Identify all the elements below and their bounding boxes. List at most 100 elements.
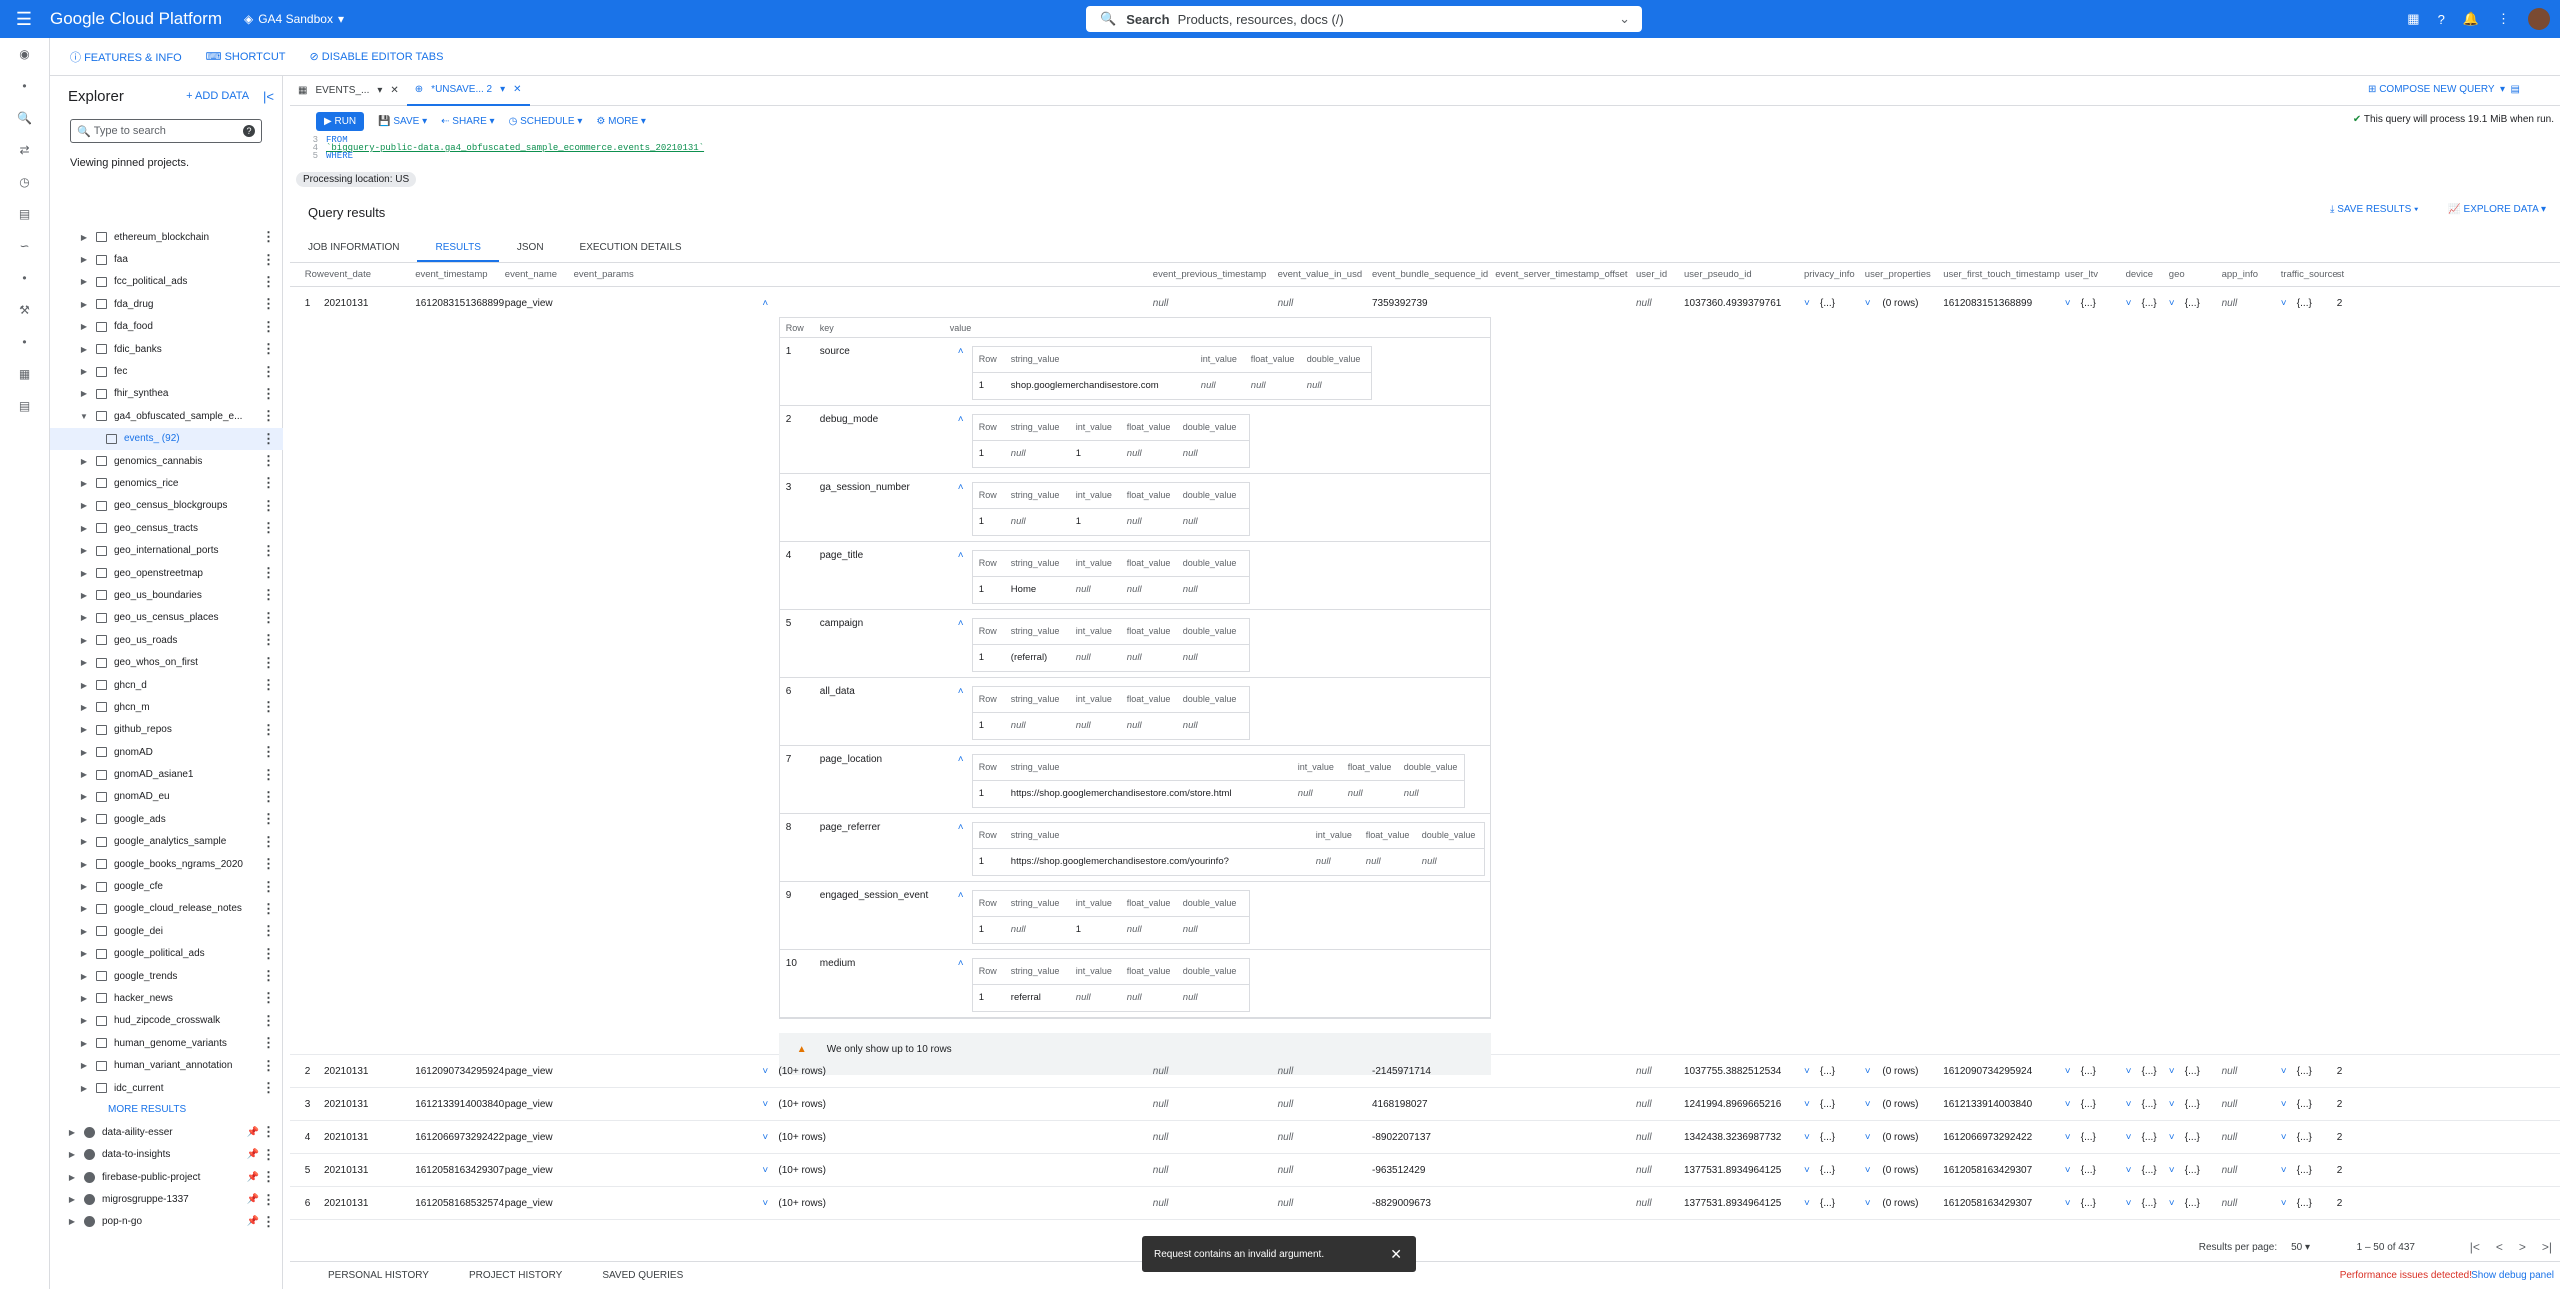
caret-right-icon[interactable]: ▶ xyxy=(78,658,90,667)
caret-right-icon[interactable]: ▶ xyxy=(78,300,90,309)
chevron-down-icon[interactable]: ▾ xyxy=(500,84,505,95)
expand-icon[interactable]: ˅ xyxy=(2065,1132,2071,1143)
tab-job-information[interactable]: JOB INFORMATION xyxy=(290,235,417,262)
more-vert-icon[interactable]: ⋮ xyxy=(262,811,275,827)
more-vert-icon[interactable]: ⋮ xyxy=(262,856,275,872)
collapse-icon[interactable]: ˄ xyxy=(958,958,964,969)
sql-editor[interactable]: 3 FROM 4 `bigquery-public-data.ga4_obfuscat… xyxy=(290,136,2560,172)
expand-icon[interactable]: ˅ xyxy=(2169,1198,2175,1209)
more-vert-icon[interactable]: ⋮ xyxy=(262,1013,275,1029)
tree-item[interactable]: ▶ geo_international_ports ⋮ xyxy=(50,539,283,561)
more-results-link[interactable]: MORE RESULTS xyxy=(50,1099,283,1121)
first-page-icon[interactable]: |< xyxy=(2470,1240,2480,1254)
nav-dot-icon[interactable]: • xyxy=(0,262,49,294)
collapse-icon[interactable]: ˄ xyxy=(958,550,964,561)
column-header[interactable]: geo xyxy=(2169,269,2185,280)
transfers-icon[interactable]: ⇄ xyxy=(0,134,49,166)
tree-item[interactable]: ▶ github_repos ⋮ xyxy=(50,719,283,741)
add-data-button[interactable]: + ADD DATA xyxy=(186,90,249,102)
caret-right-icon[interactable]: ▶ xyxy=(78,882,90,891)
expand-icon[interactable]: ˅ xyxy=(1865,298,1871,309)
tree-item[interactable]: ▶ geo_us_census_places ⋮ xyxy=(50,607,283,629)
disable-editor-tabs-button[interactable]: ⊘ DISABLE EDITOR TABS xyxy=(310,50,444,63)
scheduled-icon[interactable]: ▤ xyxy=(0,198,49,230)
menu-icon[interactable]: ☰ xyxy=(0,9,48,30)
expand-icon[interactable]: ˅ xyxy=(2065,1066,2071,1077)
schedule-button[interactable]: ◷ SCHEDULE ▾ xyxy=(509,116,583,127)
caret-right-icon[interactable]: ▶ xyxy=(78,927,90,936)
more-vert-icon[interactable]: ⋮ xyxy=(262,632,275,648)
cloud-shell-icon[interactable]: ▦ xyxy=(2407,11,2419,27)
more-vert-icon[interactable]: ⋮ xyxy=(262,946,275,962)
column-header[interactable]: event_date xyxy=(324,269,371,280)
collapse-icon[interactable]: ˄ xyxy=(762,298,768,309)
bigquery-logo-icon[interactable]: ◉ xyxy=(0,38,49,70)
more-vert-icon[interactable]: ⋮ xyxy=(262,341,275,357)
column-header[interactable]: app_info xyxy=(2222,269,2258,280)
more-vert-icon[interactable]: ⋮ xyxy=(262,722,275,738)
help-icon[interactable]: ? xyxy=(243,125,255,137)
expand-icon[interactable]: ˅ xyxy=(1865,1132,1871,1143)
tree-item[interactable]: ▶ human_genome_variants ⋮ xyxy=(50,1032,283,1054)
caret-right-icon[interactable]: ▶ xyxy=(78,524,90,533)
expand-icon[interactable]: ˅ xyxy=(2126,1198,2132,1209)
expand-icon[interactable]: ˅ xyxy=(1804,1099,1810,1110)
close-icon[interactable]: ✕ xyxy=(1390,1246,1402,1263)
project-item[interactable]: ▶ migrosgruppe-1337 📌 ⋮ xyxy=(50,1188,283,1210)
analytics-hub-icon[interactable]: ∽ xyxy=(0,230,49,262)
column-header[interactable]: user_first_touch_timestamp xyxy=(1943,269,2060,280)
more-vert-icon[interactable]: ⋮ xyxy=(262,767,275,783)
caret-right-icon[interactable]: ▶ xyxy=(78,725,90,734)
more-vert-icon[interactable]: ⋮ xyxy=(262,319,275,335)
expand-icon[interactable]: ˅ xyxy=(1804,1198,1810,1209)
tree-item[interactable]: ▶ gnomAD_eu ⋮ xyxy=(50,786,283,808)
collapse-icon[interactable]: |< xyxy=(263,89,274,104)
caret-right-icon[interactable]: ▶ xyxy=(78,1039,90,1048)
expand-icon[interactable]: ˅ xyxy=(2126,1165,2132,1176)
expand-icon[interactable]: ˅ xyxy=(1804,298,1810,309)
expand-icon[interactable]: ˅ xyxy=(2126,1132,2132,1143)
results-per-page[interactable]: Results per page: 50 ▾ xyxy=(2199,1242,2310,1253)
caret-right-icon[interactable]: ▶ xyxy=(78,837,90,846)
tree-item[interactable]: ▶ fda_drug ⋮ xyxy=(50,293,283,315)
caret-right-icon[interactable]: ▶ xyxy=(66,1150,78,1159)
caret-right-icon[interactable]: ▶ xyxy=(78,904,90,913)
pin-icon[interactable]: 📌 xyxy=(247,1194,259,1205)
more-vert-icon[interactable]: ⋮ xyxy=(262,1058,275,1074)
column-header[interactable]: device xyxy=(2126,269,2153,280)
tree-item[interactable]: ▶ fdic_banks ⋮ xyxy=(50,338,283,360)
caret-right-icon[interactable]: ▶ xyxy=(78,345,90,354)
project-item[interactable]: ▶ data-to-insights 📌 ⋮ xyxy=(50,1144,283,1166)
tree-item[interactable]: ▶ ethereum_blockchain ⋮ xyxy=(50,226,283,248)
chevron-down-icon[interactable]: ⌄ xyxy=(1619,11,1630,27)
tree-item[interactable]: ▶ ghcn_d ⋮ xyxy=(50,674,283,696)
caret-down-icon[interactable]: ▼ xyxy=(78,412,90,421)
save-button[interactable]: 💾 SAVE ▾ xyxy=(378,116,427,127)
more-vert-icon[interactable]: ⋮ xyxy=(262,923,275,939)
caret-right-icon[interactable]: ▶ xyxy=(78,1061,90,1070)
project-history-tab[interactable]: PROJECT HISTORY xyxy=(469,1270,562,1281)
expand-icon[interactable]: ˅ xyxy=(2065,1099,2071,1110)
more-vert-icon[interactable]: ⋮ xyxy=(262,498,275,514)
brand-title[interactable]: Google Cloud Platform xyxy=(50,9,222,29)
expand-icon[interactable]: ˅ xyxy=(2281,1165,2287,1176)
tree-item[interactable]: ▼ ga4_obfuscated_sample_e... ⋮ xyxy=(50,405,283,427)
column-header[interactable]: st xyxy=(2337,269,2344,280)
storage-icon[interactable]: ▤ xyxy=(0,390,49,422)
tab-execution-details[interactable]: EXECUTION DETAILS xyxy=(562,235,700,262)
tree-item[interactable]: ▶ geo_us_roads ⋮ xyxy=(50,629,283,651)
tree-item[interactable]: ▶ fhir_synthea ⋮ xyxy=(50,383,283,405)
tree-item[interactable]: ▶ hud_zipcode_crosswalk ⋮ xyxy=(50,1010,283,1032)
tree-item[interactable]: ▶ ghcn_m ⋮ xyxy=(50,696,283,718)
prev-page-icon[interactable]: < xyxy=(2496,1240,2503,1254)
more-vert-icon[interactable]: ⋮ xyxy=(262,587,275,603)
tree-item[interactable]: ▶ geo_census_tracts ⋮ xyxy=(50,517,283,539)
tab-results[interactable]: RESULTS xyxy=(417,235,499,262)
tree-item[interactable]: ▶ geo_whos_on_first ⋮ xyxy=(50,651,283,673)
caret-right-icon[interactable]: ▶ xyxy=(66,1173,78,1182)
tree-item[interactable]: ▶ google_books_ngrams_2020 ⋮ xyxy=(50,853,283,875)
caret-right-icon[interactable]: ▶ xyxy=(66,1128,78,1137)
expand-icon[interactable]: ˅ xyxy=(762,1066,768,1077)
tab-unsaved-query[interactable]: ⊕ *UNSAVE... 2 ▾ ✕ xyxy=(406,76,530,106)
caret-right-icon[interactable]: ▶ xyxy=(78,681,90,690)
